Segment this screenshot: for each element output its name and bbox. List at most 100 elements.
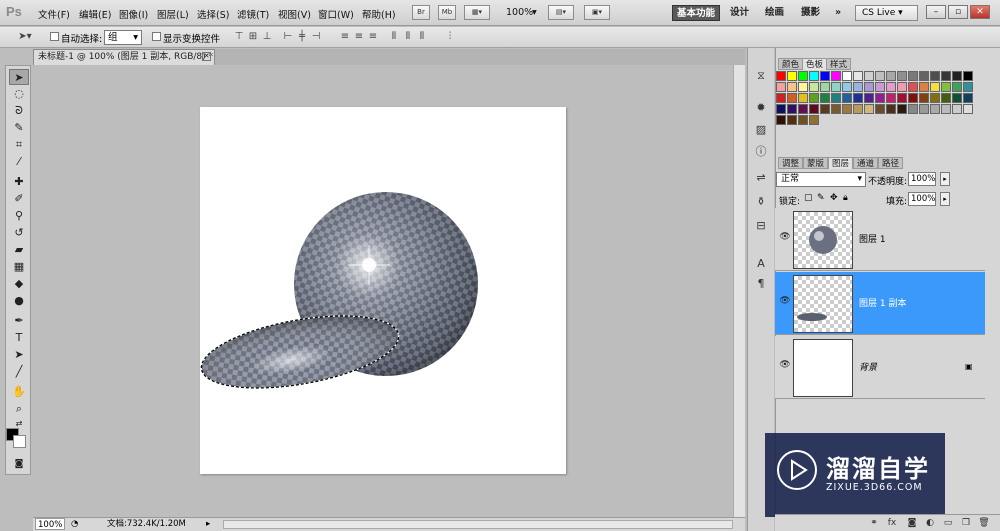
swatch-cell[interactable] <box>952 104 962 114</box>
tab-layers[interactable]: 图层 <box>828 157 854 169</box>
menu-edit[interactable]: 编辑(E) <box>79 7 111 21</box>
bridge-button[interactable]: Br <box>412 5 430 20</box>
lasso-tool-icon[interactable]: ᘐ <box>9 103 29 119</box>
swatch-cell[interactable] <box>886 93 896 103</box>
swatch-cell[interactable] <box>809 93 819 103</box>
swatch-cell[interactable] <box>809 104 819 114</box>
swatch-cell[interactable] <box>809 115 819 125</box>
swatch-cell[interactable] <box>897 104 907 114</box>
swatch-cell[interactable] <box>941 93 951 103</box>
distribute-vcenter-icon[interactable]: ≡ <box>352 31 366 43</box>
swatch-cell[interactable] <box>820 71 830 81</box>
hand-tool-icon[interactable]: ✋ <box>9 384 29 400</box>
menu-help[interactable]: 帮助(H) <box>362 7 396 21</box>
swatch-cell[interactable] <box>787 104 797 114</box>
restore-button[interactable]: ▫ <box>948 5 968 19</box>
swatch-grid[interactable] <box>776 71 980 131</box>
status-menu-arrow-icon[interactable]: ▸ <box>206 518 210 530</box>
swatch-cell[interactable] <box>941 104 951 114</box>
visibility-eye-icon[interactable]: 👁︎ <box>779 360 791 370</box>
tab-styles[interactable]: 样式 <box>826 58 852 70</box>
swatch-cell[interactable] <box>930 104 940 114</box>
swatch-cell[interactable] <box>919 93 929 103</box>
dodge-tool-icon[interactable]: ● <box>9 293 29 309</box>
tab-color[interactable]: 颜色 <box>778 58 804 70</box>
swatch-cell[interactable] <box>875 93 885 103</box>
cs-live-button[interactable]: CS Live ▾ <box>855 5 918 21</box>
swatch-cell[interactable] <box>831 104 841 114</box>
opacity-arrow-icon[interactable]: ▸ <box>940 172 950 186</box>
menu-window[interactable]: 窗口(W) <box>318 7 354 21</box>
vertical-scrollbar[interactable] <box>733 65 745 517</box>
swatch-cell[interactable] <box>864 71 874 81</box>
swatch-cell[interactable] <box>787 115 797 125</box>
visibility-eye-icon[interactable]: 👁︎ <box>779 232 791 242</box>
swatch-cell[interactable] <box>875 104 885 114</box>
swatch-cell[interactable] <box>886 104 896 114</box>
swatch-cell[interactable] <box>853 93 863 103</box>
new-layer-icon[interactable]: ❐ <box>959 517 973 529</box>
distribute-right-icon[interactable]: ⦀ <box>415 31 429 43</box>
swatch-cell[interactable] <box>864 104 874 114</box>
swatch-cell[interactable] <box>831 82 841 92</box>
swatch-cell[interactable] <box>919 71 929 81</box>
swatch-cell[interactable] <box>886 82 896 92</box>
swatch-cell[interactable] <box>787 71 797 81</box>
swatch-cell[interactable] <box>776 104 786 114</box>
tab-adjustments[interactable]: 调整 <box>778 157 804 169</box>
arrange-documents-button[interactable]: ▤▾ <box>548 5 574 20</box>
lock-pixels-icon[interactable]: ✎ <box>817 193 825 203</box>
eyedropper-tool-icon[interactable]: ⁄ <box>9 154 29 170</box>
horizontal-scrollbar[interactable] <box>223 520 733 529</box>
swatch-cell[interactable] <box>853 71 863 81</box>
crop-tool-icon[interactable]: ⌗ <box>9 137 29 153</box>
align-top-icon[interactable]: ⊤ <box>232 31 246 43</box>
navigator-panel-icon[interactable]: ✹ <box>753 100 769 116</box>
document-tab[interactable]: 未标题-1 @ 100% (图层 1 副本, RGB/8) * ✕ <box>33 49 215 65</box>
menu-file[interactable]: 文件(F) <box>38 7 70 21</box>
distribute-bottom-icon[interactable]: ≡ <box>366 31 380 43</box>
tab-swatches[interactable]: 色板 <box>802 58 828 70</box>
adjustment-layer-icon[interactable]: ◐ <box>923 517 937 529</box>
swatch-cell[interactable] <box>930 82 940 92</box>
move-tool-preset-icon[interactable]: ➤▾ <box>14 31 36 43</box>
swatch-cell[interactable] <box>952 93 962 103</box>
quick-select-tool-icon[interactable]: ✎ <box>9 120 29 136</box>
distribute-left-icon[interactable]: ⦀ <box>387 31 401 43</box>
layer-name[interactable]: 图层 1 <box>859 232 886 245</box>
menu-layer[interactable]: 图层(L) <box>157 7 189 21</box>
workspace-design[interactable]: 设计 <box>726 5 753 21</box>
swatch-cell[interactable] <box>908 71 918 81</box>
workspace-more[interactable]: » <box>831 5 845 21</box>
info-panel-icon[interactable]: ⓘ <box>753 144 769 160</box>
link-layers-icon[interactable]: ⚭ <box>867 517 881 529</box>
swatch-cell[interactable] <box>842 93 852 103</box>
swatch-cell[interactable] <box>930 93 940 103</box>
layer-row[interactable]: 👁︎ 图层 1 <box>775 208 985 271</box>
menu-select[interactable]: 选择(S) <box>197 7 229 21</box>
distribute-hcenter-icon[interactable]: ⦀ <box>401 31 415 43</box>
brush-tool-icon[interactable]: ✐ <box>9 191 29 207</box>
swatch-cell[interactable] <box>963 82 973 92</box>
swatch-cell[interactable] <box>798 93 808 103</box>
tab-masks[interactable]: 蒙版 <box>803 157 829 169</box>
fill-arrow-icon[interactable]: ▸ <box>940 192 950 206</box>
zoom-level[interactable]: 100% <box>506 7 533 18</box>
swatch-cell[interactable] <box>963 93 973 103</box>
shape-tool-icon[interactable]: ╱ <box>9 364 29 380</box>
swatch-cell[interactable] <box>787 93 797 103</box>
close-icon[interactable]: ✕ <box>202 52 211 61</box>
swatch-cell[interactable] <box>908 93 918 103</box>
swatch-cell[interactable] <box>842 71 852 81</box>
minimize-button[interactable]: – <box>926 5 946 19</box>
swatch-cell[interactable] <box>886 71 896 81</box>
tab-channels[interactable]: 通道 <box>853 157 879 169</box>
clone-stamp-tool-icon[interactable]: ⚲ <box>9 208 29 224</box>
screen-mode-button[interactable]: ▣▾ <box>584 5 610 20</box>
swatch-cell[interactable] <box>875 71 885 81</box>
healing-brush-tool-icon[interactable]: ✚ <box>9 174 29 190</box>
swatch-cell[interactable] <box>908 104 918 114</box>
show-transform-checkbox[interactable] <box>152 32 161 41</box>
workspace-paint[interactable]: 绘画 <box>761 5 788 21</box>
swatch-cell[interactable] <box>776 71 786 81</box>
